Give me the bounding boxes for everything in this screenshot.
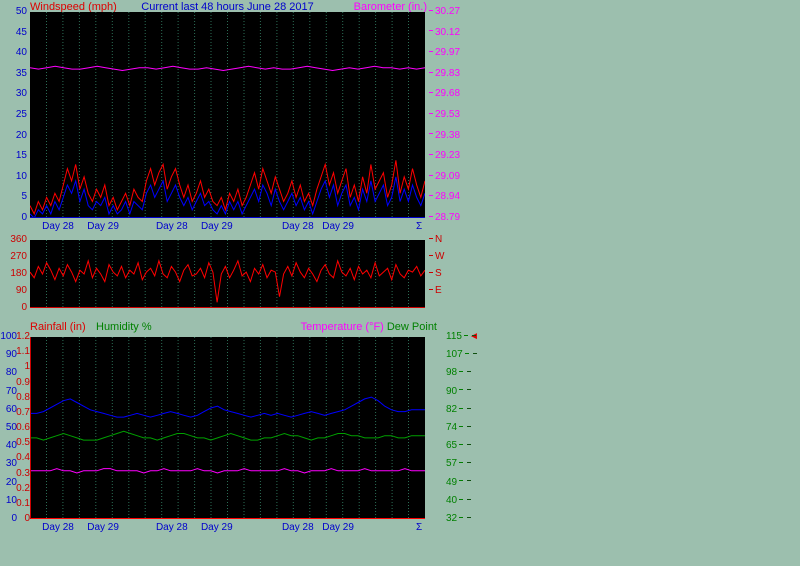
- windspeed-tick-label: 20: [0, 131, 27, 141]
- rainfall-tick-label: 0.8: [12, 393, 30, 403]
- compass-tick-label: W: [427, 252, 444, 262]
- day-axis-label: Day 29: [313, 221, 363, 232]
- compass-tick-label: S: [427, 269, 442, 279]
- day-axis-label: Σ: [394, 221, 444, 232]
- temperature-tick-label: 57: [446, 459, 466, 469]
- day-axis-label: Day 28: [33, 522, 83, 533]
- windspeed-tick-label: 15: [0, 151, 27, 161]
- barometer-tick-label: 29.68: [427, 89, 460, 99]
- barometer-tick-label: 30.27: [427, 7, 460, 17]
- day-axis-label: Day 28: [33, 221, 83, 232]
- windspeed-tick-label: 30: [0, 89, 27, 99]
- windspeed-tick-label: 40: [0, 48, 27, 58]
- wind-direction-tick-label: 0: [0, 303, 27, 313]
- temperature-tick-label: 107: [446, 350, 466, 360]
- wind-direction-tick-label: 270: [0, 252, 27, 262]
- day-axis-label: Day 29: [78, 522, 128, 533]
- barometer-tick-label: 30.12: [427, 28, 460, 38]
- barometer-tick-label: 28.94: [427, 192, 460, 202]
- compass-tick-label: N: [427, 235, 442, 245]
- barometer-tick-label: 29.38: [427, 131, 460, 141]
- windspeed-tick-label: 45: [0, 28, 27, 38]
- wind-direction-tick-label: 90: [0, 286, 27, 296]
- temperature-tick-label: 90: [446, 387, 466, 397]
- temperature-tick-label: 98: [446, 368, 466, 378]
- rainfall-tick-label: 1: [12, 362, 30, 372]
- day-axis-label: Day 29: [78, 221, 128, 232]
- rainfall-tick-label: 1.2: [12, 332, 30, 342]
- rainfall-tick-label: 0.6: [12, 423, 30, 433]
- windspeed-tick-label: 5: [0, 192, 27, 202]
- rainfall-tick-label: 0.2: [12, 484, 30, 494]
- barometer-tick-label: 29.23: [427, 151, 460, 161]
- barometer-tick-label: 29.09: [427, 172, 460, 182]
- rainfall-tick-label: 0.7: [12, 408, 30, 418]
- temperature-tick-label: 40: [446, 496, 466, 506]
- wind-direction-tick-label: 360: [0, 235, 27, 245]
- rainfall-tick-label: 0.3: [12, 469, 30, 479]
- windspeed-tick-label: 25: [0, 110, 27, 120]
- rainfall-tick-label: 0: [12, 514, 30, 524]
- rainfall-tick-label: 0.1: [12, 499, 30, 509]
- temperature-tick-label: 32: [446, 514, 466, 524]
- rainfall-tick-label: 1.1: [12, 347, 30, 357]
- temperature-tick-label: 82: [446, 405, 466, 415]
- temperature-tick-label: 115: [446, 332, 466, 342]
- barometer-tick-label: 29.53: [427, 110, 460, 120]
- compass-tick-label: E: [427, 286, 442, 296]
- barometer-tick-label: 29.97: [427, 48, 460, 58]
- day-axis-label: Day 29: [313, 522, 363, 533]
- wind-direction-tick-label: 180: [0, 269, 27, 279]
- windspeed-tick-label: 10: [0, 172, 27, 182]
- day-axis-label: Day 28: [147, 522, 197, 533]
- day-axis-label: Day 28: [147, 221, 197, 232]
- day-axis-label: Σ: [394, 522, 444, 533]
- windspeed-tick-label: 0: [0, 213, 27, 223]
- rainfall-tick-label: 0.9: [12, 378, 30, 388]
- temperature-tick-label: 65: [446, 441, 466, 451]
- windspeed-tick-label: 35: [0, 69, 27, 79]
- barometer-tick-label: 29.83: [427, 69, 460, 79]
- weather-display-window: Windspeed (mph) Current last 48 hours Ju…: [0, 0, 800, 566]
- rainfall-tick-label: 0.5: [12, 438, 30, 448]
- day-axis-label: Day 29: [192, 221, 242, 232]
- temperature-tick-label: 74: [446, 423, 466, 433]
- rainfall-tick-label: 0.4: [12, 453, 30, 463]
- day-axis-label: Day 29: [192, 522, 242, 533]
- windspeed-tick-label: 50: [0, 7, 27, 17]
- temperature-tick-label: 49: [446, 478, 466, 488]
- axis-ticks-layer: 5045403530252015105030.2730.1229.9729.83…: [0, 0, 800, 566]
